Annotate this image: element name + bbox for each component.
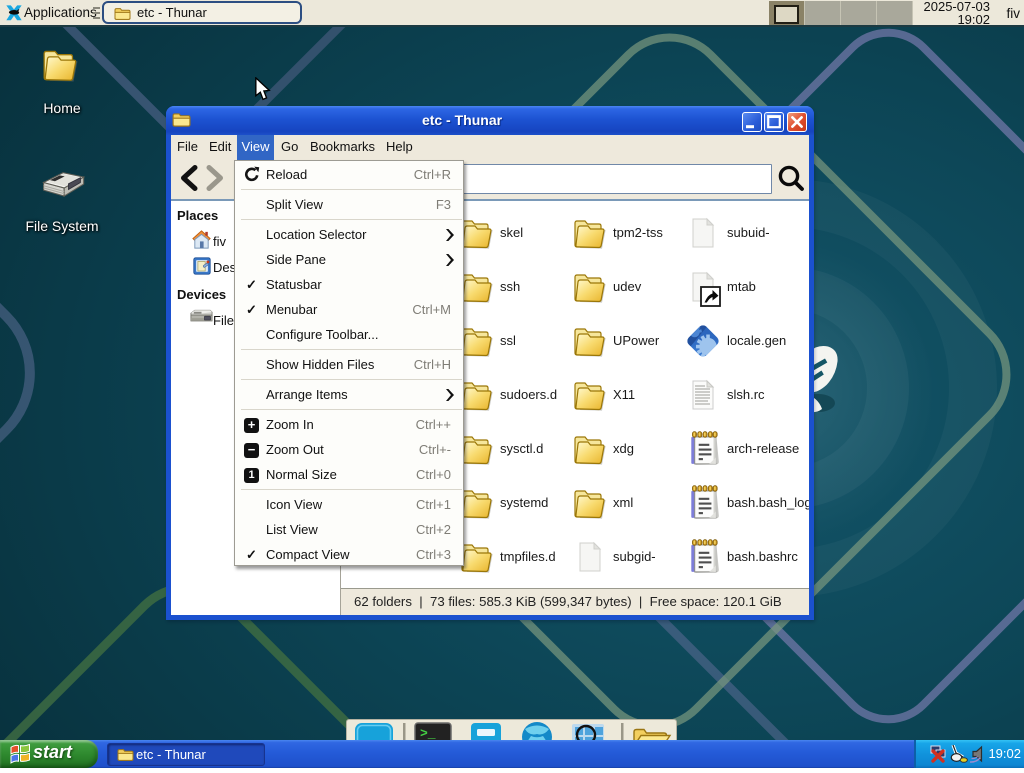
svg-text:>_: >_ (420, 726, 436, 741)
